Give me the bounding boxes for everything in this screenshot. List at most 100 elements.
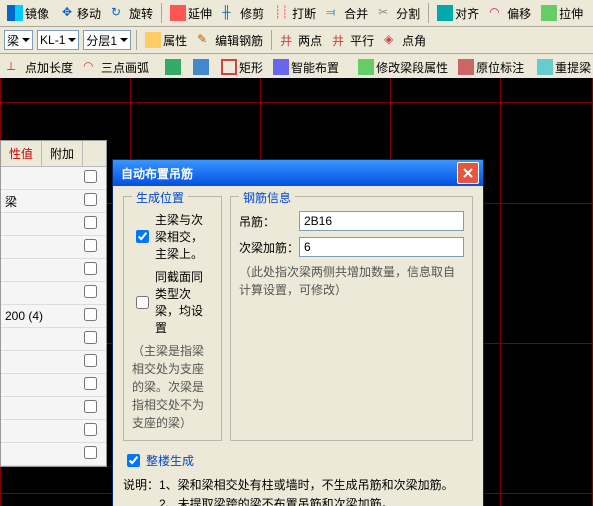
- property-row: [1, 282, 106, 305]
- break-icon: ┊┊: [274, 5, 290, 21]
- parallel-label: 平行: [350, 32, 374, 49]
- prop-checkbox[interactable]: [84, 446, 97, 459]
- corner-button[interactable]: ◈点角: [380, 30, 430, 51]
- tool-icon-1[interactable]: [161, 57, 187, 77]
- ciliang-input[interactable]: [299, 237, 464, 257]
- stretch-icon: [541, 5, 557, 21]
- caret-icon: [120, 38, 128, 42]
- rect-button[interactable]: 矩形: [217, 57, 267, 78]
- type-combo[interactable]: 梁: [4, 30, 33, 50]
- arc3-button[interactable]: ◠三点画弧: [79, 57, 153, 78]
- add-len-label: 点加长度: [25, 59, 73, 76]
- two-point-button[interactable]: 井两点: [276, 30, 326, 51]
- rebar-info-group: 钢筋信息 吊筋： 次梁加筋： （此处指次梁两侧共增加数量，信息取自计算设置，可修…: [230, 196, 473, 441]
- add-len-button[interactable]: ⟂点加长度: [3, 57, 77, 78]
- move-label: 移动: [77, 5, 101, 22]
- split-label: 分割: [396, 5, 420, 22]
- chk-whole-building[interactable]: 整楼生成: [123, 451, 473, 470]
- orig-label-button[interactable]: 原位标注: [454, 57, 531, 78]
- note-beam-def: （主梁是指梁相交处为支座的梁。次梁是指相交处不为支座的梁）: [132, 342, 213, 432]
- props-button[interactable]: 属性: [141, 30, 191, 51]
- name-combo[interactable]: KL-1: [37, 30, 79, 50]
- arc-icon: ◠: [83, 59, 99, 75]
- parallel-button[interactable]: 井平行: [328, 30, 378, 51]
- prop-checkbox[interactable]: [84, 285, 97, 298]
- add-len-icon: ⟂: [7, 59, 23, 75]
- property-row: [1, 443, 106, 466]
- rect-label: 矩形: [239, 59, 263, 76]
- extend-button[interactable]: 延伸: [166, 3, 216, 24]
- layer-combo[interactable]: 分层1: [83, 30, 131, 50]
- offset-button[interactable]: ◠偏移: [485, 3, 535, 24]
- rect-icon: [221, 59, 237, 75]
- tab-extra[interactable]: 附加: [42, 141, 83, 166]
- separator: [161, 3, 162, 23]
- property-row: [1, 351, 106, 374]
- trim-label: 修剪: [240, 5, 264, 22]
- trim-button[interactable]: ╫修剪: [218, 3, 268, 24]
- prop-checkbox[interactable]: [84, 423, 97, 436]
- prop-checkbox[interactable]: [84, 262, 97, 275]
- close-button[interactable]: [457, 162, 479, 184]
- chk-main-sub-box[interactable]: [136, 230, 149, 243]
- prop-checkbox[interactable]: [84, 216, 97, 229]
- separator: [136, 30, 137, 50]
- mod-seg-label: 修改梁段属性: [376, 59, 448, 76]
- chk-same-section[interactable]: 同截面同类型次梁，均设置: [132, 268, 213, 336]
- prop-checkbox[interactable]: [84, 193, 97, 206]
- auto-hanger-dialog: 自动布置吊筋 生成位置 主梁与次梁相交，主梁上。 同截面同类型次梁，均设置 （主…: [112, 159, 484, 506]
- gen-pos-legend: 生成位置: [132, 189, 188, 206]
- type-value: 梁: [7, 32, 19, 49]
- move-icon: ✥: [59, 5, 75, 21]
- stretch-button[interactable]: 拉伸: [537, 3, 587, 24]
- break-button[interactable]: ┊┊打断: [270, 3, 320, 24]
- chk-same-section-box[interactable]: [136, 296, 149, 309]
- prop-checkbox[interactable]: [84, 354, 97, 367]
- move-button[interactable]: ✥移动: [55, 3, 105, 24]
- grid-icon: [165, 59, 181, 75]
- mirror-button[interactable]: 镜像: [3, 3, 53, 24]
- redraw-button[interactable]: 重提梁: [533, 57, 593, 78]
- tool-icon-2[interactable]: [189, 57, 215, 77]
- merge-button[interactable]: ⫤合并: [322, 3, 372, 24]
- caret-icon: [68, 38, 76, 42]
- mirror-label: 镜像: [25, 5, 49, 22]
- corner-label: 点角: [402, 32, 426, 49]
- offset-icon: ◠: [489, 5, 505, 21]
- property-row: 梁: [1, 190, 106, 213]
- prop-checkbox[interactable]: [84, 377, 97, 390]
- align-icon: [437, 5, 453, 21]
- property-row: [1, 213, 106, 236]
- diaojin-label: 吊筋：: [239, 213, 299, 230]
- props-icon: [145, 32, 161, 48]
- props-label: 属性: [163, 32, 187, 49]
- separator: [428, 3, 429, 23]
- smart-label: 智能布置: [291, 59, 339, 76]
- redraw-icon: [537, 59, 553, 75]
- prop-checkbox[interactable]: [84, 239, 97, 252]
- arc3-label: 三点画弧: [101, 59, 149, 76]
- rebar-info-legend: 钢筋信息: [239, 189, 295, 206]
- property-row: 200 (4): [1, 305, 106, 328]
- edit-rebar-button[interactable]: ✎编辑钢筋: [193, 30, 267, 51]
- chk-main-sub[interactable]: 主梁与次梁相交，主梁上。: [132, 211, 213, 262]
- offset-label: 偏移: [507, 5, 531, 22]
- prop-checkbox[interactable]: [84, 170, 97, 183]
- rotate-button[interactable]: ↻旋转: [107, 3, 157, 24]
- split-button[interactable]: ✂分割: [374, 3, 424, 24]
- layer-value: 分层1: [86, 32, 117, 49]
- prop-checkbox[interactable]: [84, 400, 97, 413]
- smart-button[interactable]: 智能布置: [269, 57, 346, 78]
- prop-checkbox[interactable]: [84, 308, 97, 321]
- tab-value[interactable]: 性值: [1, 141, 42, 166]
- pencil-icon: ✎: [197, 32, 213, 48]
- two-point-icon: 井: [280, 32, 296, 48]
- prop-checkbox[interactable]: [84, 331, 97, 344]
- align-button[interactable]: 对齐: [433, 3, 483, 24]
- diaojin-input[interactable]: [299, 211, 464, 231]
- mod-seg-button[interactable]: 修改梁段属性: [354, 57, 452, 78]
- stretch-label: 拉伸: [559, 5, 583, 22]
- chk-whole-box[interactable]: [127, 454, 140, 467]
- dialog-titlebar[interactable]: 自动布置吊筋: [113, 160, 483, 186]
- label-icon: [458, 59, 474, 75]
